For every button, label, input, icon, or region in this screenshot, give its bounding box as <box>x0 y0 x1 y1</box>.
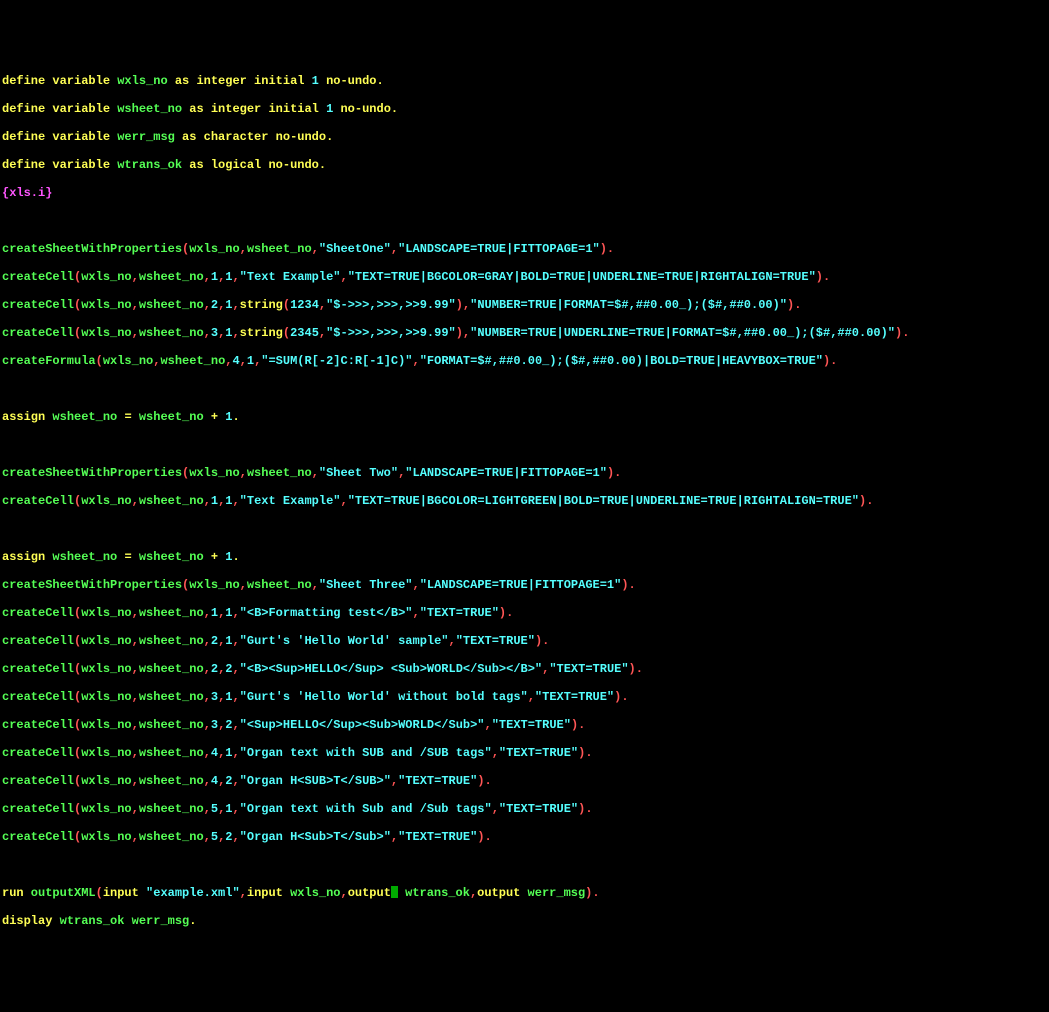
code-line <box>2 858 1047 872</box>
terminal-editor[interactable]: define variable wxls_no as integer initi… <box>2 60 1047 942</box>
code-line <box>2 438 1047 452</box>
code-line: createCell(wxls_no,wsheet_no,2,2,"<B><Su… <box>2 662 1047 676</box>
code-line: createCell(wxls_no,wsheet_no,1,1,"Text E… <box>2 270 1047 284</box>
code-line: createCell(wxls_no,wsheet_no,2,1,string(… <box>2 298 1047 312</box>
code-line <box>2 382 1047 396</box>
code-line: createCell(wxls_no,wsheet_no,5,2,"Organ … <box>2 830 1047 844</box>
code-line: define variable wxls_no as integer initi… <box>2 74 1047 88</box>
code-line: createSheetWithProperties(wxls_no,wsheet… <box>2 466 1047 480</box>
code-line <box>2 522 1047 536</box>
code-line: createCell(wxls_no,wsheet_no,4,2,"Organ … <box>2 774 1047 788</box>
code-line: createFormula(wxls_no,wsheet_no,4,1,"=SU… <box>2 354 1047 368</box>
code-line: createSheetWithProperties(wxls_no,wsheet… <box>2 242 1047 256</box>
code-line: display wtrans_ok werr_msg. <box>2 914 1047 928</box>
code-line: createCell(wxls_no,wsheet_no,3,1,"Gurt's… <box>2 690 1047 704</box>
code-line: createCell(wxls_no,wsheet_no,3,1,string(… <box>2 326 1047 340</box>
code-line: define variable werr_msg as character no… <box>2 130 1047 144</box>
code-line: createCell(wxls_no,wsheet_no,5,1,"Organ … <box>2 802 1047 816</box>
code-line: assign wsheet_no = wsheet_no + 1. <box>2 550 1047 564</box>
code-line: createCell(wxls_no,wsheet_no,2,1,"Gurt's… <box>2 634 1047 648</box>
code-line: createCell(wxls_no,wsheet_no,4,1,"Organ … <box>2 746 1047 760</box>
code-line <box>2 214 1047 228</box>
code-line: {xls.i} <box>2 186 1047 200</box>
code-line: define variable wsheet_no as integer ini… <box>2 102 1047 116</box>
cursor-icon <box>391 886 398 898</box>
code-line: run outputXML(input "example.xml",input … <box>2 886 1047 900</box>
code-line: createSheetWithProperties(wxls_no,wsheet… <box>2 578 1047 592</box>
code-line: define variable wtrans_ok as logical no-… <box>2 158 1047 172</box>
code-line: createCell(wxls_no,wsheet_no,3,2,"<Sup>H… <box>2 718 1047 732</box>
code-line: assign wsheet_no = wsheet_no + 1. <box>2 410 1047 424</box>
code-line: createCell(wxls_no,wsheet_no,1,1,"<B>For… <box>2 606 1047 620</box>
